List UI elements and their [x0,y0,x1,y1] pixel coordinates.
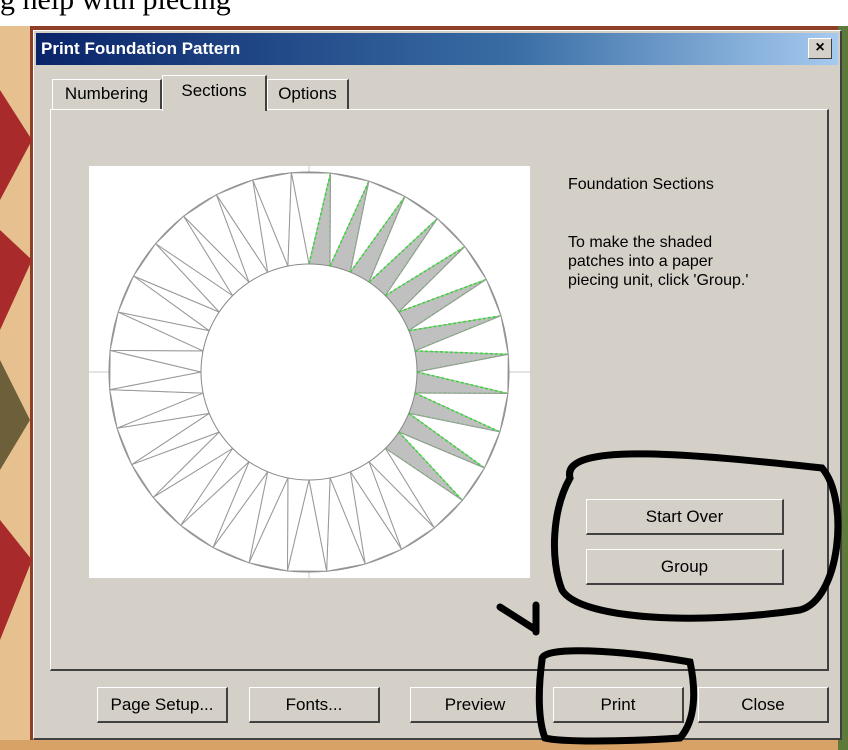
fonts-button[interactable]: Fonts... [249,687,380,723]
preview-button[interactable]: Preview [410,687,541,723]
close-icon: × [815,39,825,56]
foundation-ring-diagram [89,166,530,578]
foundation-preview[interactable] [89,166,530,578]
close-button[interactable]: Close [698,687,829,723]
title-bar: Print Foundation Pattern × [36,33,838,65]
print-button[interactable]: Print [553,687,684,723]
start-over-button[interactable]: Start Over [586,499,784,535]
page-setup-button[interactable]: Page Setup... [97,687,228,723]
window-title: Print Foundation Pattern [41,39,241,58]
tab-numbering[interactable]: Numbering [52,79,162,109]
group-button[interactable]: Group [586,549,784,585]
close-window-button[interactable]: × [808,38,832,59]
group-instruction-text: To make the shaded patches into a paper … [568,234,749,289]
tab-sections[interactable]: Sections [162,75,267,111]
foundation-sections-heading: Foundation Sections [568,176,714,193]
page-caption: g help with piecing [0,0,848,26]
print-foundation-dialog: Print Foundation Pattern × Numbering Sec… [33,30,842,740]
tab-options[interactable]: Options [267,79,349,109]
